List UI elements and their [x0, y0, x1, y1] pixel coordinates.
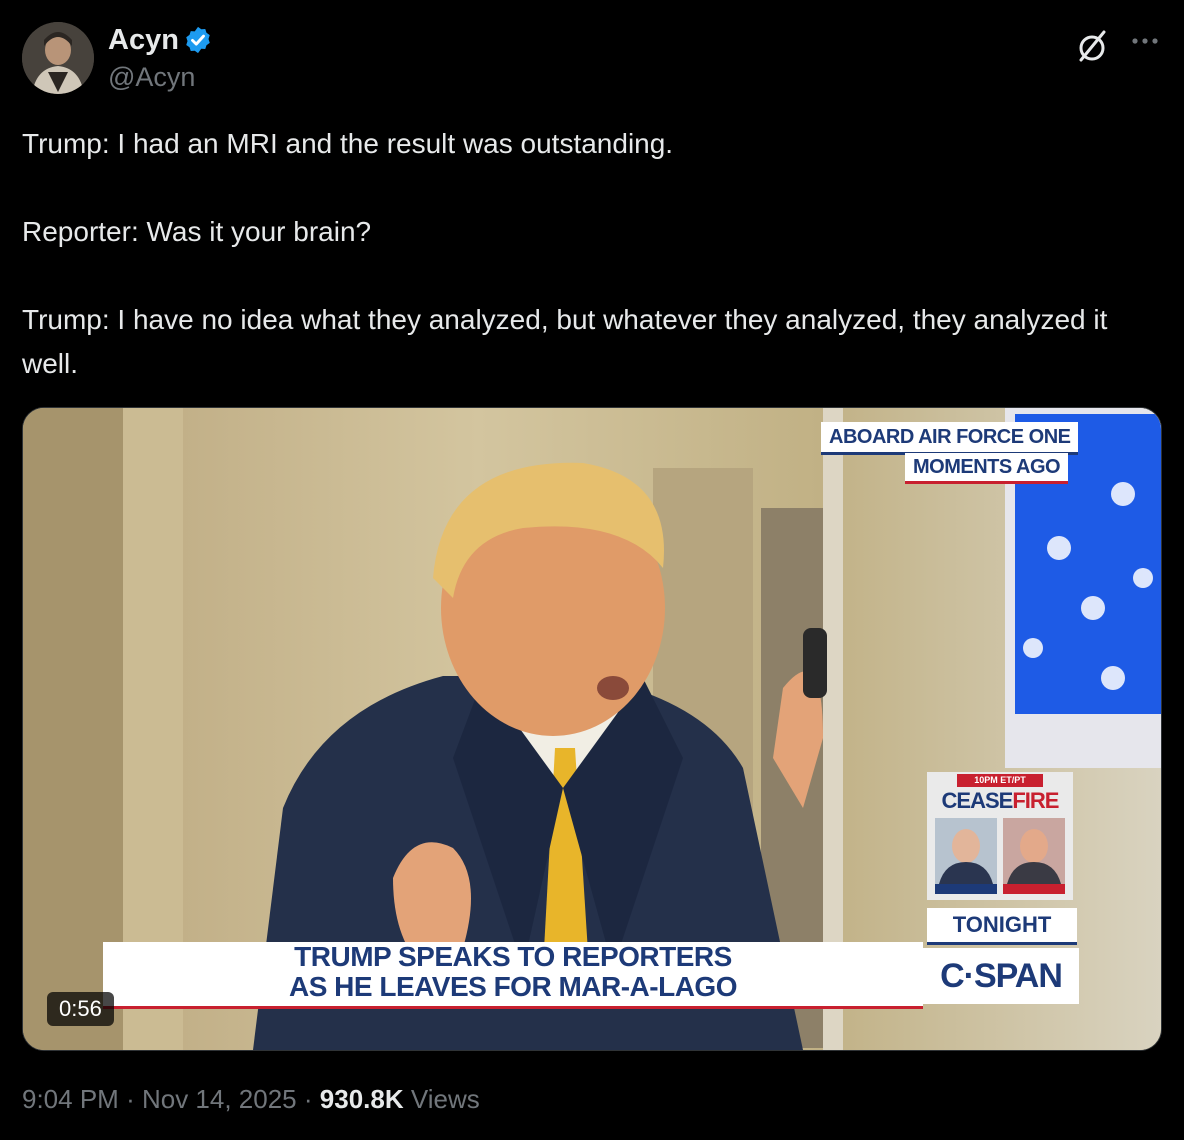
tweet-time[interactable]: 9:04 PM — [22, 1084, 119, 1114]
promo-guests-image — [935, 818, 1065, 894]
lower-third-headline: TRUMP SPEAKS TO REPORTERS AS HE LEAVES F… — [103, 942, 923, 1009]
author-display-name[interactable]: Acyn — [108, 22, 179, 58]
tweet-paragraph: Trump: I had an MRI and the result was o… — [22, 128, 674, 159]
more-icon[interactable] — [1128, 28, 1162, 62]
views-count[interactable]: 930.8K — [320, 1084, 404, 1114]
video-duration: 0:56 — [47, 992, 114, 1026]
promo-title: CEASEFIRE — [927, 788, 1073, 814]
tweet-date[interactable]: Nov 14, 2025 — [142, 1084, 297, 1114]
promo-box: 10PM ET/PT CEASEFIRE — [927, 772, 1073, 900]
tweet-meta: 9:04 PM · Nov 14, 2025 · 930.8K Views — [22, 1082, 480, 1116]
network-logo: C·SPAN — [923, 948, 1079, 1004]
avatar[interactable] — [22, 22, 94, 94]
views-label: Views — [410, 1084, 480, 1114]
tonight-banner: TONIGHT — [927, 908, 1077, 945]
promo-title-b: FIRE — [1012, 788, 1059, 813]
channel-location-banner: ABOARD AIR FORCE ONE — [821, 422, 1079, 455]
headline-line-2: AS HE LEAVES FOR MAR-A-LAGO — [289, 971, 737, 1002]
verified-badge-icon — [186, 26, 210, 54]
video-player[interactable]: ABOARD AIR FORCE ONE MOMENTS AGO TRUMP S… — [22, 407, 1162, 1051]
author-handle[interactable]: @Acyn — [108, 60, 195, 94]
grok-icon[interactable] — [1072, 26, 1112, 66]
tweet-paragraph: Trump: I have no idea what they analyzed… — [22, 304, 1108, 379]
promo-title-a: CEASE — [941, 788, 1014, 813]
channel-subline-banner: MOMENTS AGO — [905, 453, 1069, 484]
tweet-paragraph: Reporter: Was it your brain? — [22, 216, 372, 247]
meta-separator: · — [303, 1084, 313, 1114]
tweet-text: Trump: I had an MRI and the result was o… — [22, 122, 1152, 386]
promo-time: 10PM ET/PT — [957, 774, 1043, 787]
meta-separator: · — [126, 1084, 135, 1114]
headline-line-1: TRUMP SPEAKS TO REPORTERS — [294, 941, 732, 972]
